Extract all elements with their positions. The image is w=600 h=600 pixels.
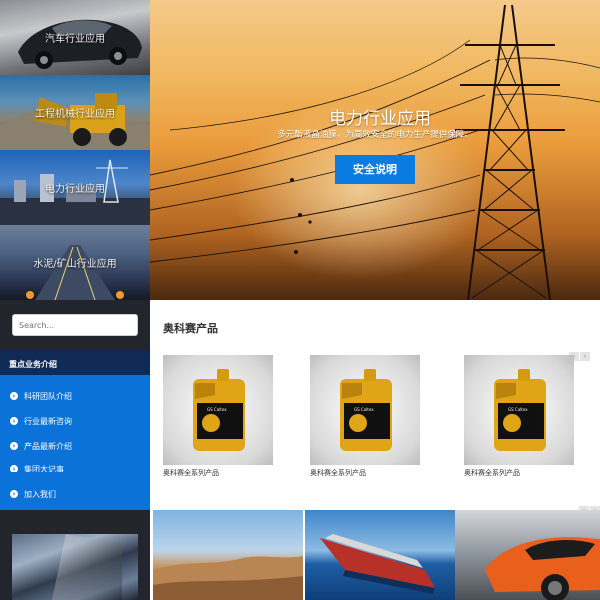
nav-item-research-team[interactable]: › 科研团队介绍: [0, 391, 150, 413]
tile-label: 汽车行业应用: [45, 34, 105, 45]
cargo-ship-image[interactable]: [305, 510, 455, 600]
oil-jug-icon: GS Caltex: [193, 369, 245, 451]
chevron-right-icon: ›: [10, 490, 18, 498]
oil-jug-icon: GS Caltex: [494, 369, 546, 451]
industry-tile-mining[interactable]: 水泥/矿山行业应用: [0, 225, 150, 300]
building-image: [12, 534, 138, 600]
industry-tile-engineering[interactable]: 工程机械行业应用: [0, 75, 150, 150]
product-image: GS Caltex: [163, 355, 273, 465]
page: 汽车行业应用 工程机械行业应用 电力行业应用 水泥/矿山行业应用 Search.…: [0, 0, 600, 600]
chevron-right-icon: ›: [10, 465, 18, 472]
desert-image[interactable]: [153, 510, 303, 600]
hero-subtitle: 多元酯液晶油膜，为高效安全的电力生产提供保障。: [277, 130, 473, 140]
product-name: 奥科赛全系列产品: [163, 469, 219, 477]
safety-info-button[interactable]: 安全说明: [335, 155, 415, 184]
nav-header: 重点业务介绍: [0, 350, 150, 375]
search-area: [0, 300, 150, 350]
industry-tile-power[interactable]: 电力行业应用: [0, 150, 150, 225]
chevron-right-icon: ›: [10, 442, 18, 450]
svg-text:GS Caltex: GS Caltex: [354, 407, 374, 412]
chevron-right-icon: ›: [10, 417, 18, 425]
nav-item-group-events[interactable]: › 集团大记事: [0, 464, 150, 472]
nav-item-label: 加入我们: [24, 490, 56, 499]
products-section-title: 奥科赛产品: [163, 322, 218, 335]
tile-label: 工程机械行业应用: [35, 109, 115, 120]
oil-jug-icon: GS Caltex: [340, 369, 392, 451]
nav-item-product-news[interactable]: › 产品最新介绍: [0, 441, 150, 463]
product-card[interactable]: GS Caltex 奥科赛全系列产品: [163, 355, 273, 478]
search-input[interactable]: [12, 314, 138, 336]
nav-item-label: 集团大记事: [24, 465, 64, 472]
nav-item-label: 行业最新咨询: [24, 417, 72, 426]
nav-item-label: 科研团队介绍: [24, 392, 72, 401]
tile-label: 水泥/矿山行业应用: [33, 259, 117, 270]
chevron-right-icon: ›: [10, 392, 18, 400]
nav-item-label: 产品最新介绍: [24, 442, 72, 451]
sports-car-image[interactable]: [455, 510, 600, 600]
industry-tile-auto[interactable]: 汽车行业应用: [0, 0, 150, 75]
nav-item-industry-news[interactable]: › 行业最新咨询: [0, 416, 150, 438]
product-card[interactable]: GS Caltex 奥科赛全系列产品: [464, 355, 574, 478]
product-card[interactable]: GS Caltex 奥科赛全系列产品: [310, 355, 420, 478]
product-image: GS Caltex: [464, 355, 574, 465]
nav-item-join-us[interactable]: › 加入我们: [0, 489, 150, 511]
hero-banner: 电力行业应用 多元酯液晶油膜，为高效安全的电力生产提供保障。 安全说明: [150, 0, 600, 300]
product-name: 奥科赛全系列产品: [310, 469, 366, 477]
chevron-right-icon[interactable]: ›: [580, 352, 590, 361]
svg-text:GS Caltex: GS Caltex: [207, 407, 227, 412]
power-tower-illustration: [150, 4, 600, 300]
hero-title: 电力行业应用: [329, 109, 431, 129]
tile-label: 电力行业应用: [45, 184, 105, 195]
product-image: GS Caltex: [310, 355, 420, 465]
product-name: 奥科赛全系列产品: [464, 469, 520, 477]
nav-menu: › 科研团队介绍 › 行业最新咨询 › 产品最新介绍 › 集团大记事 › 加入我…: [0, 375, 150, 510]
svg-text:GS Caltex: GS Caltex: [508, 407, 528, 412]
left-sidebar: 汽车行业应用 工程机械行业应用 电力行业应用 水泥/矿山行业应用 Search.…: [0, 0, 150, 600]
